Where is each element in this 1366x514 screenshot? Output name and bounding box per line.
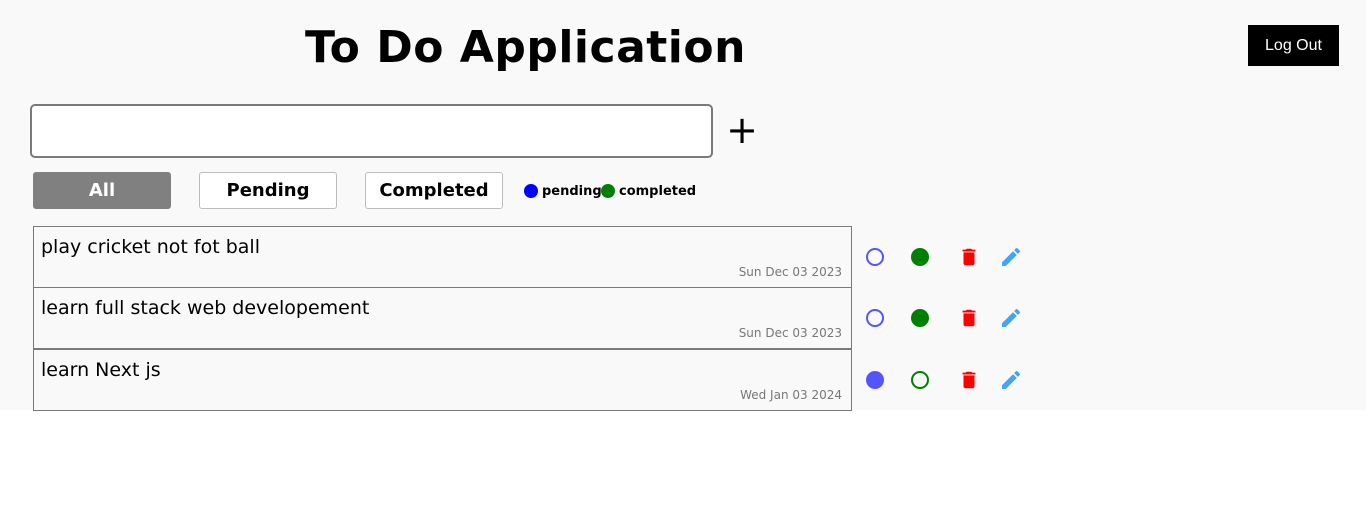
filter-completed-button[interactable]: Completed <box>365 172 503 209</box>
mark-completed-toggle[interactable] <box>911 309 929 327</box>
app-container: To Do Application Log Out + All Pending … <box>0 0 1366 411</box>
mark-pending-toggle[interactable] <box>866 248 884 266</box>
task-item: learn full stack web developement Sun De… <box>33 287 852 349</box>
task-date: Sun Dec 03 2023 <box>738 265 842 279</box>
filter-all-button[interactable]: All <box>33 172 171 209</box>
mark-pending-toggle[interactable] <box>866 309 884 327</box>
mark-completed-toggle[interactable] <box>911 371 929 389</box>
task-text: learn Next js <box>41 359 161 381</box>
pencil-icon[interactable] <box>999 306 1023 330</box>
trash-icon[interactable] <box>958 368 980 392</box>
trash-icon[interactable] <box>958 245 980 269</box>
logout-button[interactable]: Log Out <box>1248 25 1339 66</box>
add-task-button[interactable]: + <box>724 108 760 152</box>
legend-completed: completed <box>601 182 696 200</box>
task-date: Wed Jan 03 2024 <box>740 388 842 402</box>
pencil-icon[interactable] <box>999 368 1023 392</box>
completed-legend-label: completed <box>619 183 697 199</box>
trash-icon[interactable] <box>958 306 980 330</box>
pending-legend-dot <box>524 184 538 198</box>
page-title: To Do Application <box>305 22 746 73</box>
mark-completed-toggle[interactable] <box>911 248 929 266</box>
task-text: play cricket not fot ball <box>41 236 260 258</box>
legend-pending: pending <box>524 182 602 200</box>
filter-pending-button[interactable]: Pending <box>199 172 337 209</box>
new-task-input[interactable] <box>30 104 713 158</box>
mark-pending-toggle[interactable] <box>866 371 884 389</box>
task-item: learn Next js Wed Jan 03 2024 <box>33 349 852 411</box>
pending-legend-label: pending <box>542 183 602 199</box>
pencil-icon[interactable] <box>999 245 1023 269</box>
task-date: Sun Dec 03 2023 <box>738 326 842 340</box>
task-text: learn full stack web developement <box>41 297 370 319</box>
task-item: play cricket not fot ball Sun Dec 03 202… <box>33 226 852 288</box>
completed-legend-dot <box>601 184 615 198</box>
